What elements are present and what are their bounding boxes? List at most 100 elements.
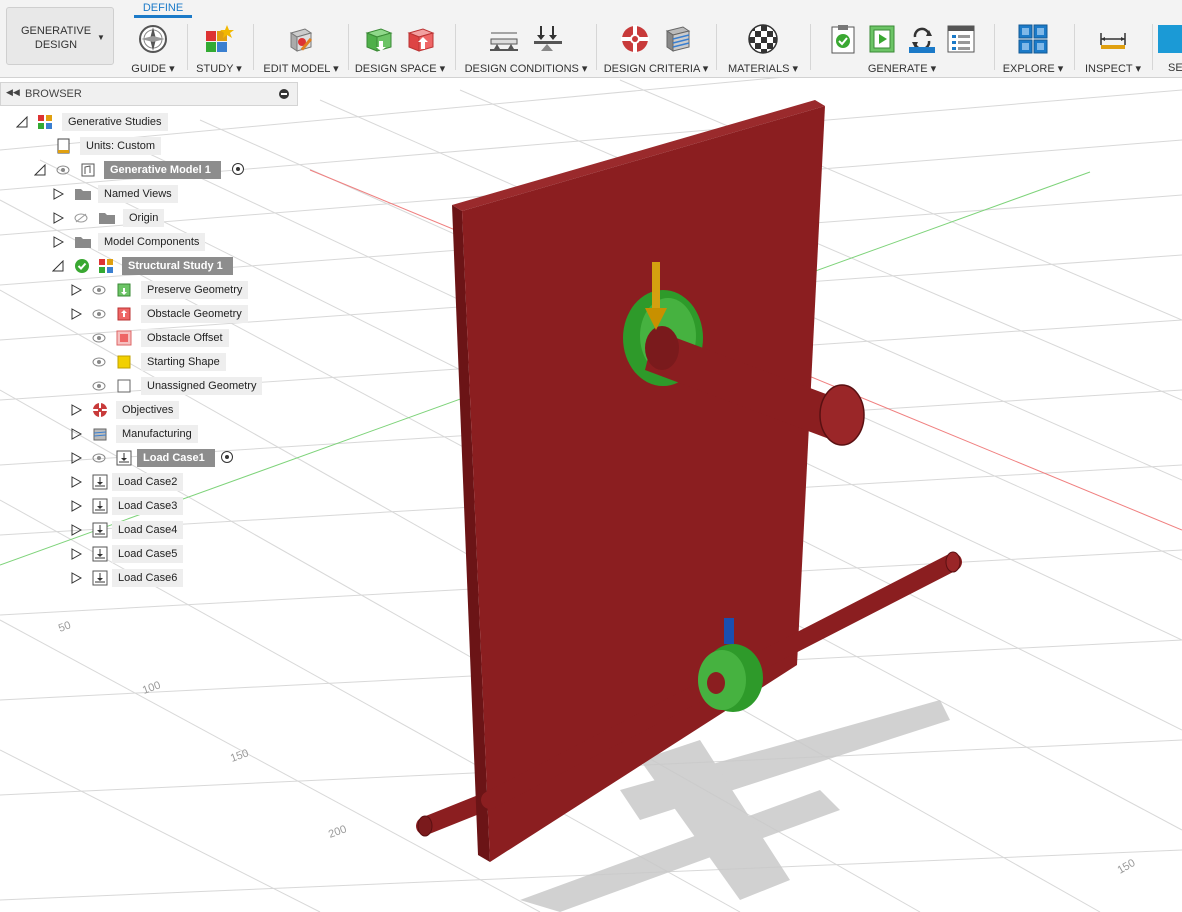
collapsed-triangle-icon[interactable] [52, 236, 64, 248]
folder-icon [75, 237, 91, 248]
tree-node-generative-model[interactable]: Generative Model 1 [0, 160, 300, 180]
ruler-label: 200 [327, 823, 348, 841]
tree-node-units[interactable]: Units: Custom [0, 136, 300, 156]
guide-label: GUIDE [131, 63, 167, 75]
explore-icon [1018, 24, 1048, 54]
tree-node-objectives[interactable]: Objectives [0, 400, 300, 420]
edit-model-group[interactable]: EDIT MODEL ▾ [258, 18, 344, 76]
tree-node-load-case-5[interactable]: Load Case5 [0, 544, 300, 564]
generate-label: GENERATE [867, 63, 928, 75]
tree-node-load-case-2[interactable]: Load Case2 [0, 472, 300, 492]
study-group[interactable]: STUDY ▾ [190, 18, 248, 76]
model-icon [81, 163, 95, 177]
collapsed-triangle-icon[interactable] [52, 212, 64, 224]
collapsed-triangle-icon[interactable] [70, 572, 82, 584]
load-case-icon [92, 522, 108, 538]
tree-node-model-components[interactable]: Model Components [0, 232, 300, 252]
tab-define[interactable]: DEFINE [134, 0, 192, 18]
select-group[interactable]: SE [1156, 18, 1182, 76]
preserve-geometry-icon [117, 283, 131, 297]
collapsed-triangle-icon[interactable] [70, 308, 82, 320]
collapsed-triangle-icon[interactable] [70, 548, 82, 560]
visibility-eye-icon[interactable] [92, 333, 106, 343]
visibility-eye-icon[interactable] [92, 309, 106, 319]
tree-node-unassigned-geometry[interactable]: Unassigned Geometry [0, 376, 300, 396]
collapsed-triangle-icon[interactable] [70, 284, 82, 296]
expanded-triangle-icon[interactable] [52, 260, 64, 272]
collapsed-triangle-icon[interactable] [52, 188, 64, 200]
design-conditions-group[interactable]: DESIGN CONDITIONS ▾ [462, 18, 590, 76]
tree-node-generative-studies[interactable]: Generative Studies [0, 112, 300, 132]
tree-node-load-case-3[interactable]: Load Case3 [0, 496, 300, 516]
design-space-label: DESIGN SPACE [354, 63, 437, 75]
job-status-icon [947, 25, 975, 53]
inspect-group[interactable]: INSPECT ▾ [1080, 18, 1146, 76]
collapsed-triangle-icon[interactable] [70, 404, 82, 416]
toolbar-divider [810, 24, 811, 70]
collapsed-triangle-icon[interactable] [70, 524, 82, 536]
visibility-eye-icon[interactable] [92, 453, 106, 463]
tree-node-starting-shape[interactable]: Starting Shape [0, 352, 300, 372]
tree-node-label: Starting Shape [141, 353, 226, 371]
study-icon [99, 259, 113, 273]
guide-group[interactable]: GUIDE ▾ [124, 18, 182, 76]
ribbon-toolbar: GENERATIVE DESIGN ▼ DEFINE GUIDE ▾ STUDY… [0, 0, 1182, 78]
collapsed-triangle-icon[interactable] [70, 428, 82, 440]
design-space-group[interactable]: DESIGN SPACE ▾ [352, 18, 448, 76]
materials-group[interactable]: MATERIALS ▾ [722, 18, 804, 76]
visibility-eye-icon[interactable] [92, 285, 106, 295]
ruler-label: 50 [57, 619, 73, 634]
tree-node-load-case-6[interactable]: Load Case6 [0, 568, 300, 588]
design-conditions-label: DESIGN CONDITIONS [464, 63, 579, 75]
design-criteria-group[interactable]: DESIGN CRITERIA ▾ [603, 18, 709, 76]
tree-node-label: Load Case2 [112, 473, 184, 491]
tree-node-label: Obstacle Offset [141, 329, 229, 347]
materials-label: MATERIALS [727, 63, 790, 75]
collapsed-triangle-icon[interactable] [70, 500, 82, 512]
toolbar-divider [1074, 24, 1075, 70]
tree-node-preserve-geometry[interactable]: Preserve Geometry [0, 280, 300, 300]
activate-radio-icon[interactable] [232, 163, 244, 175]
edit-model-icon [289, 28, 313, 52]
preserve-geometry-icon [365, 28, 394, 52]
load-arrow [652, 262, 660, 312]
generative-studies-icon [38, 115, 52, 129]
visibility-eye-icon[interactable] [92, 381, 106, 391]
browser-title: BROWSER [25, 88, 82, 100]
hidden-eye-icon[interactable] [74, 213, 88, 223]
select-icon [1158, 25, 1182, 53]
tree-node-obstacle-geometry[interactable]: Obstacle Geometry [0, 304, 300, 324]
load-case-icon [92, 570, 108, 586]
tree-node-origin[interactable]: Origin [0, 208, 300, 228]
tree-node-load-case-4[interactable]: Load Case4 [0, 520, 300, 540]
expanded-triangle-icon[interactable] [34, 164, 46, 176]
collapsed-triangle-icon[interactable] [70, 452, 82, 464]
manufacturing-icon [665, 26, 690, 52]
tree-node-obstacle-offset[interactable]: Obstacle Offset [0, 328, 300, 348]
generate-group[interactable]: GENERATE ▾ [816, 18, 988, 76]
visibility-eye-icon[interactable] [92, 357, 106, 367]
refresh-icon [908, 27, 935, 53]
load-case-icon [92, 498, 108, 514]
tree-node-label: Units: Custom [80, 137, 162, 155]
explore-group[interactable]: EXPLORE ▾ [1000, 18, 1066, 76]
tree-node-label: Generative Studies [62, 113, 168, 131]
tree-node-manufacturing[interactable]: Manufacturing [0, 424, 300, 444]
tree-node-label: Load Case5 [112, 545, 184, 563]
collapse-panel-icon[interactable]: ◀◀ [6, 87, 20, 98]
collapsed-triangle-icon[interactable] [70, 476, 82, 488]
tree-node-label: Model Components [98, 233, 206, 251]
objectives-icon [93, 403, 107, 417]
tree-node-load-case-1[interactable]: Load Case1 [0, 448, 300, 468]
workspace-switcher[interactable]: GENERATIVE DESIGN ▼ [6, 7, 114, 65]
tree-node-label: Obstacle Geometry [141, 305, 248, 323]
workspace-label: GENERATIVE DESIGN [21, 25, 92, 51]
inspect-label: INSPECT [1084, 63, 1133, 75]
tree-node-label: Load Case4 [112, 521, 184, 539]
tree-node-structural-study[interactable]: Structural Study 1 [0, 256, 300, 276]
browser-options-icon[interactable] [279, 89, 289, 99]
tree-node-named-views[interactable]: Named Views [0, 184, 300, 204]
visibility-eye-icon[interactable] [56, 165, 70, 175]
activate-radio-icon[interactable] [221, 451, 233, 463]
expanded-triangle-icon[interactable] [16, 116, 28, 128]
